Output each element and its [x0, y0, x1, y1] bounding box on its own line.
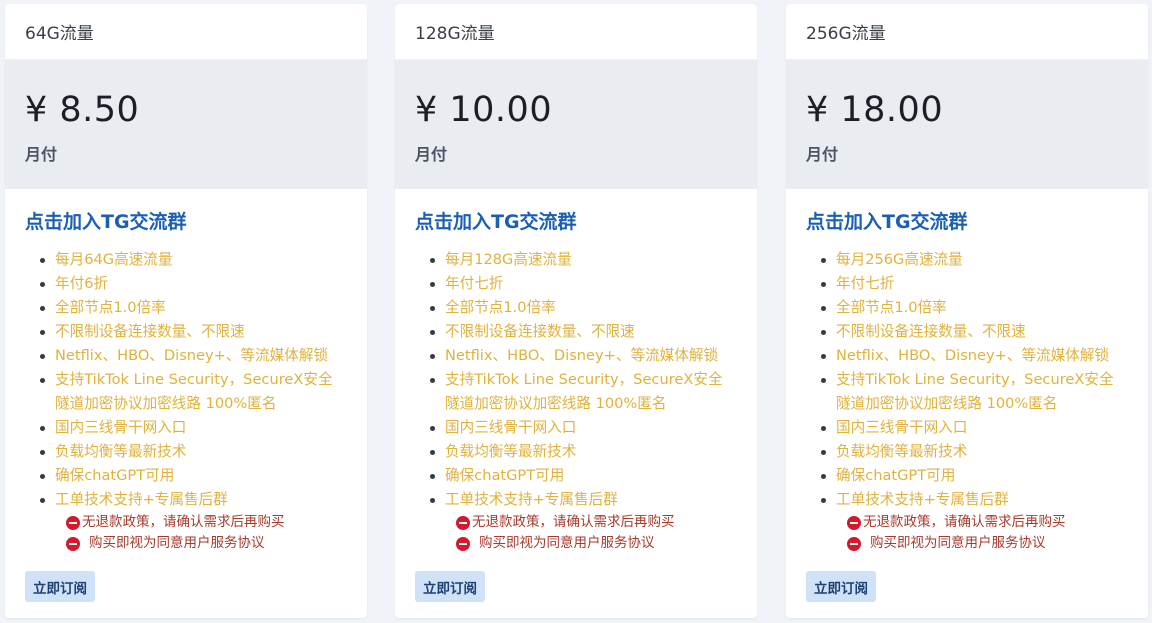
- plan-grid: 64G流量 ¥ 8.50 月付 点击加入TG交流群 每月64G高速流量 年付6折…: [0, 0, 1152, 623]
- feature-item: 工单技术支持+专属售后群: [40, 488, 347, 512]
- feature-item: 全部节点1.0倍率: [430, 296, 737, 320]
- feature-item: 负载均衡等最新技术: [821, 440, 1128, 464]
- plan-title: 256G流量: [786, 4, 1148, 60]
- plan-title: 128G流量: [395, 4, 757, 60]
- feature-item: Netflix、HBO、Disney+、等流媒体解锁: [40, 344, 347, 368]
- no-entry-icon: [847, 536, 861, 551]
- refund-notice: 无退款政策，请确认需求后再购买: [806, 512, 1128, 533]
- notice-text: 无退款政策，请确认需求后再购买: [82, 514, 285, 530]
- feature-list: 每月128G高速流量 年付七折 全部节点1.0倍率 不限制设备连接数量、不限速 …: [415, 248, 737, 512]
- tg-group-link[interactable]: 点击加入TG交流群: [25, 207, 347, 234]
- agreement-notice: 购买即视为同意用户服务协议: [25, 533, 347, 554]
- no-entry-icon: [456, 515, 470, 530]
- notice-text: 购买即视为同意用户服务协议: [870, 535, 1046, 551]
- feature-item: 工单技术支持+专属售后群: [821, 488, 1128, 512]
- agreement-notice: 购买即视为同意用户服务协议: [415, 533, 737, 554]
- feature-item: 不限制设备连接数量、不限速: [821, 320, 1128, 344]
- no-entry-icon: [66, 515, 80, 530]
- subscribe-button[interactable]: 立即订阅: [806, 571, 876, 602]
- feature-item: 工单技术支持+专属售后群: [430, 488, 737, 512]
- feature-item: 每月256G高速流量: [821, 248, 1128, 272]
- feature-item: 确保chatGPT可用: [430, 464, 737, 488]
- feature-item: 每月128G高速流量: [430, 248, 737, 272]
- plan-card-64g: 64G流量 ¥ 8.50 月付 点击加入TG交流群 每月64G高速流量 年付6折…: [5, 4, 367, 618]
- feature-list: 每月64G高速流量 年付6折 全部节点1.0倍率 不限制设备连接数量、不限速 N…: [25, 248, 347, 512]
- feature-item: 负载均衡等最新技术: [430, 440, 737, 464]
- feature-item: 确保chatGPT可用: [821, 464, 1128, 488]
- notice-text: 无退款政策，请确认需求后再购买: [863, 514, 1066, 530]
- feature-item: 国内三线骨干网入口: [821, 416, 1128, 440]
- plan-card-256g: 256G流量 ¥ 18.00 月付 点击加入TG交流群 每月256G高速流量 年…: [786, 4, 1148, 618]
- plan-price: ¥ 10.00: [415, 90, 553, 130]
- feature-item: 年付6折: [40, 272, 347, 296]
- tg-group-link[interactable]: 点击加入TG交流群: [806, 207, 1128, 234]
- notice-text: 购买即视为同意用户服务协议: [89, 535, 265, 551]
- plan-body: 点击加入TG交流群 每月64G高速流量 年付6折 全部节点1.0倍率 不限制设备…: [5, 207, 367, 554]
- feature-item: 年付七折: [821, 272, 1128, 296]
- feature-item: Netflix、HBO、Disney+、等流媒体解锁: [430, 344, 737, 368]
- feature-list: 每月256G高速流量 年付七折 全部节点1.0倍率 不限制设备连接数量、不限速 …: [806, 248, 1128, 512]
- notice-text: 购买即视为同意用户服务协议: [479, 535, 655, 551]
- plan-body: 点击加入TG交流群 每月128G高速流量 年付七折 全部节点1.0倍率 不限制设…: [395, 207, 757, 554]
- tg-group-link[interactable]: 点击加入TG交流群: [415, 207, 737, 234]
- no-entry-icon: [66, 536, 80, 551]
- plan-body: 点击加入TG交流群 每月256G高速流量 年付七折 全部节点1.0倍率 不限制设…: [786, 207, 1148, 554]
- notice-text: 无退款政策，请确认需求后再购买: [472, 514, 675, 530]
- plan-title: 64G流量: [5, 4, 367, 60]
- plan-card-128g: 128G流量 ¥ 10.00 月付 点击加入TG交流群 每月128G高速流量 年…: [395, 4, 757, 618]
- price-block: ¥ 18.00 月付: [786, 60, 1148, 189]
- billing-period: 月付: [806, 145, 839, 164]
- feature-item: 不限制设备连接数量、不限速: [430, 320, 737, 344]
- feature-item: 年付七折: [430, 272, 737, 296]
- price-block: ¥ 8.50 月付: [5, 60, 367, 189]
- feature-item: 国内三线骨干网入口: [430, 416, 737, 440]
- plan-price: ¥ 8.50: [25, 90, 140, 130]
- agreement-notice: 购买即视为同意用户服务协议: [806, 533, 1128, 554]
- feature-item: 全部节点1.0倍率: [821, 296, 1128, 320]
- refund-notice: 无退款政策，请确认需求后再购买: [25, 512, 347, 533]
- billing-period: 月付: [415, 145, 448, 164]
- refund-notice: 无退款政策，请确认需求后再购买: [415, 512, 737, 533]
- subscribe-button[interactable]: 立即订阅: [415, 571, 485, 602]
- price-block: ¥ 10.00 月付: [395, 60, 757, 189]
- feature-item: 支持TikTok Line Security，SecureX安全隧道加密协议加密…: [40, 368, 347, 416]
- feature-item: 全部节点1.0倍率: [40, 296, 347, 320]
- feature-item: 每月64G高速流量: [40, 248, 347, 272]
- feature-item: Netflix、HBO、Disney+、等流媒体解锁: [821, 344, 1128, 368]
- billing-period: 月付: [25, 145, 58, 164]
- subscribe-button[interactable]: 立即订阅: [25, 571, 95, 602]
- no-entry-icon: [456, 536, 470, 551]
- feature-item: 负载均衡等最新技术: [40, 440, 347, 464]
- feature-item: 支持TikTok Line Security，SecureX安全隧道加密协议加密…: [821, 368, 1128, 416]
- plan-price: ¥ 18.00: [806, 90, 944, 130]
- feature-item: 不限制设备连接数量、不限速: [40, 320, 347, 344]
- feature-item: 国内三线骨干网入口: [40, 416, 347, 440]
- feature-item: 确保chatGPT可用: [40, 464, 347, 488]
- feature-item: 支持TikTok Line Security，SecureX安全隧道加密协议加密…: [430, 368, 737, 416]
- no-entry-icon: [847, 515, 861, 530]
